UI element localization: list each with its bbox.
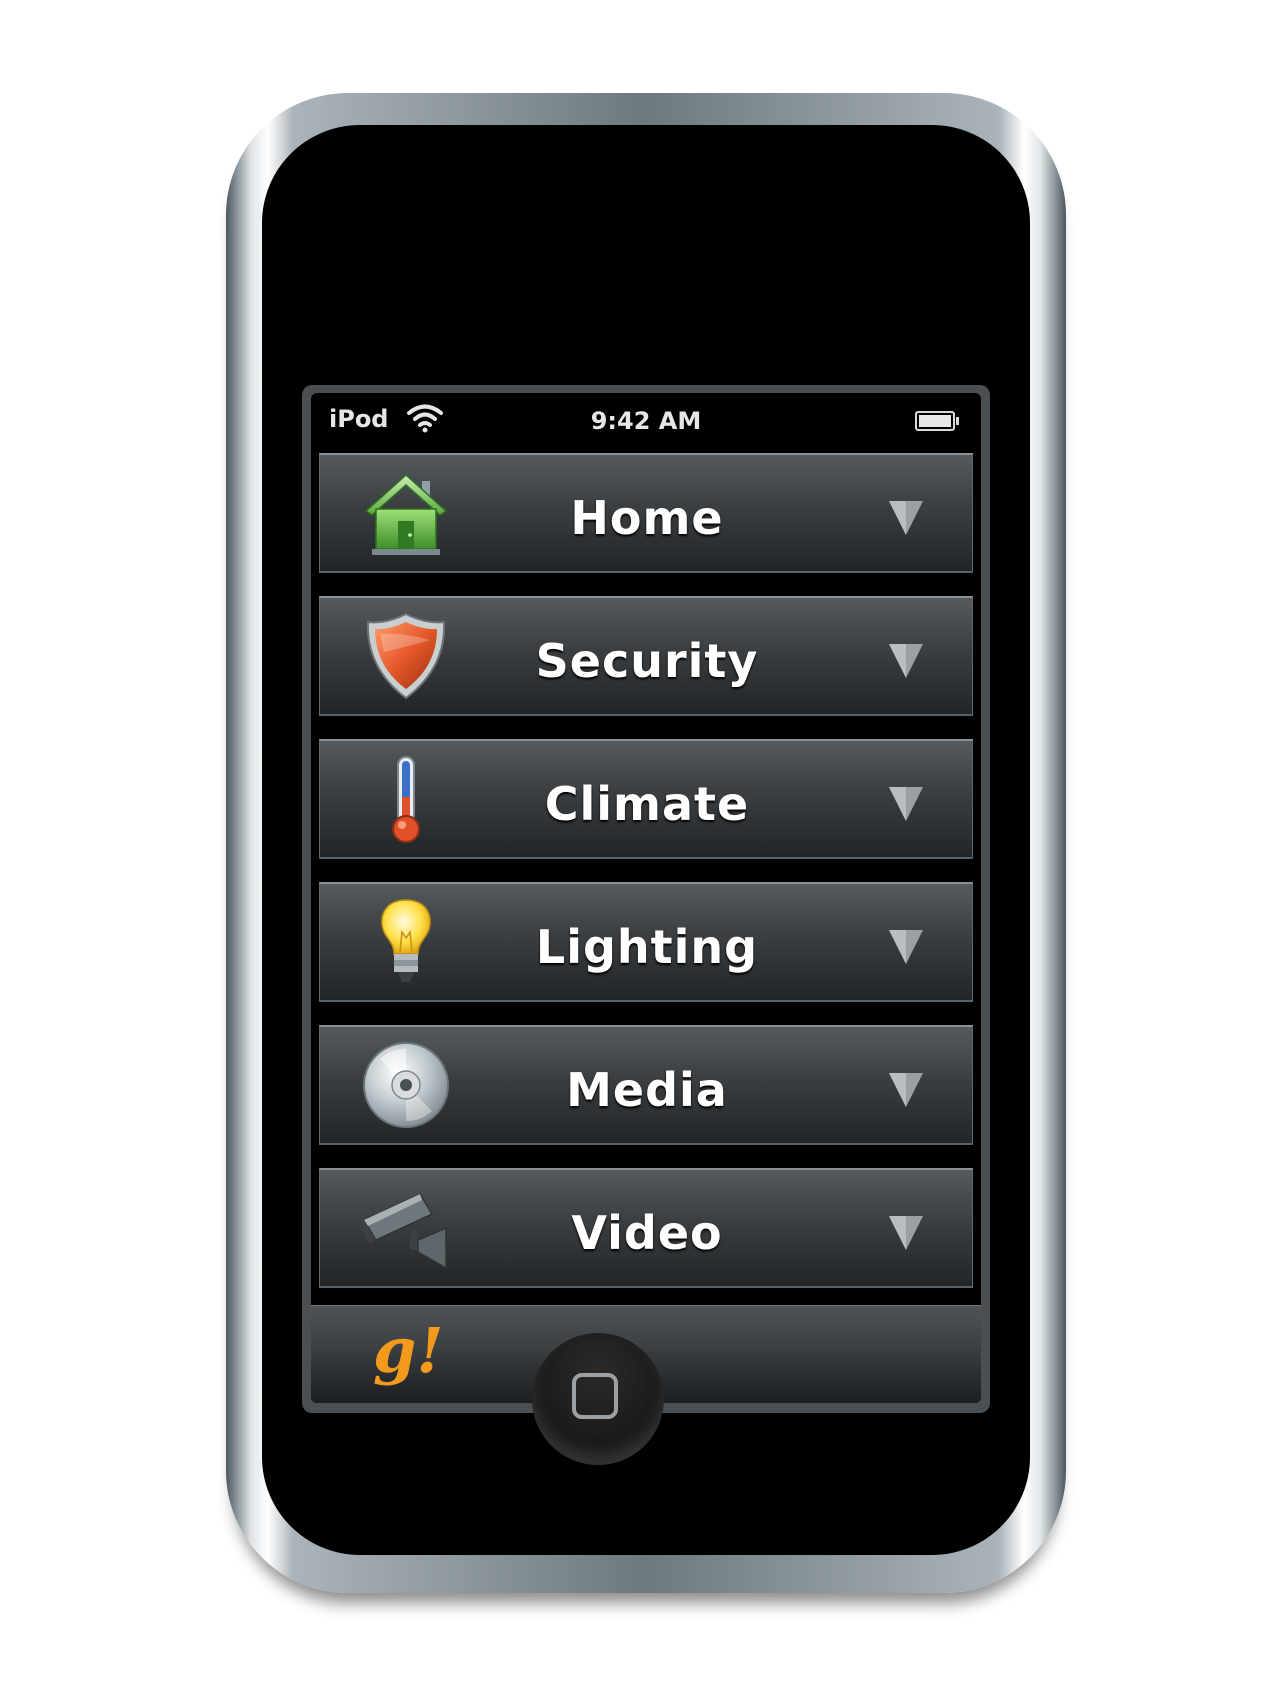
battery-icon [915, 411, 959, 431]
chevron-down-icon [886, 497, 926, 537]
chevron-down-icon [886, 783, 926, 823]
status-bar: iPod 9:42 AM [311, 393, 981, 445]
menu-item-lighting[interactable]: Lighting [319, 882, 973, 1002]
screen: iPod 9:42 AM Home Security Climate Light… [302, 385, 990, 1413]
menu-item-home[interactable]: Home [319, 453, 973, 573]
chevron-down-icon [886, 926, 926, 966]
home-button-icon [572, 1373, 618, 1419]
menu-item-label: Home [570, 491, 724, 545]
chevron-down-icon [886, 640, 926, 680]
menu-item-video[interactable]: Video [319, 1168, 973, 1288]
menu-item-label: Lighting [535, 920, 759, 974]
brand-logo[interactable]: g! [373, 1314, 444, 1387]
menu-item-label: Video [571, 1206, 723, 1260]
menu-item-media[interactable]: Media [319, 1025, 973, 1145]
screen-content: iPod 9:42 AM Home Security Climate Light… [311, 393, 981, 1403]
menu-item-security[interactable]: Security [319, 596, 973, 716]
chevron-down-icon [886, 1212, 926, 1252]
menu-item-climate[interactable]: Climate [319, 739, 973, 859]
menu-item-label: Security [535, 634, 759, 688]
chevron-down-icon [886, 1069, 926, 1109]
status-time: 9:42 AM [590, 407, 702, 435]
menu-item-label: Media [566, 1063, 728, 1117]
main-menu: Home Security Climate Lighting Media Vid… [319, 453, 973, 1311]
device-frame: iPod 9:42 AM Home Security Climate Light… [226, 93, 1066, 1593]
menu-item-label: Climate [544, 777, 750, 831]
home-button[interactable] [532, 1333, 664, 1465]
